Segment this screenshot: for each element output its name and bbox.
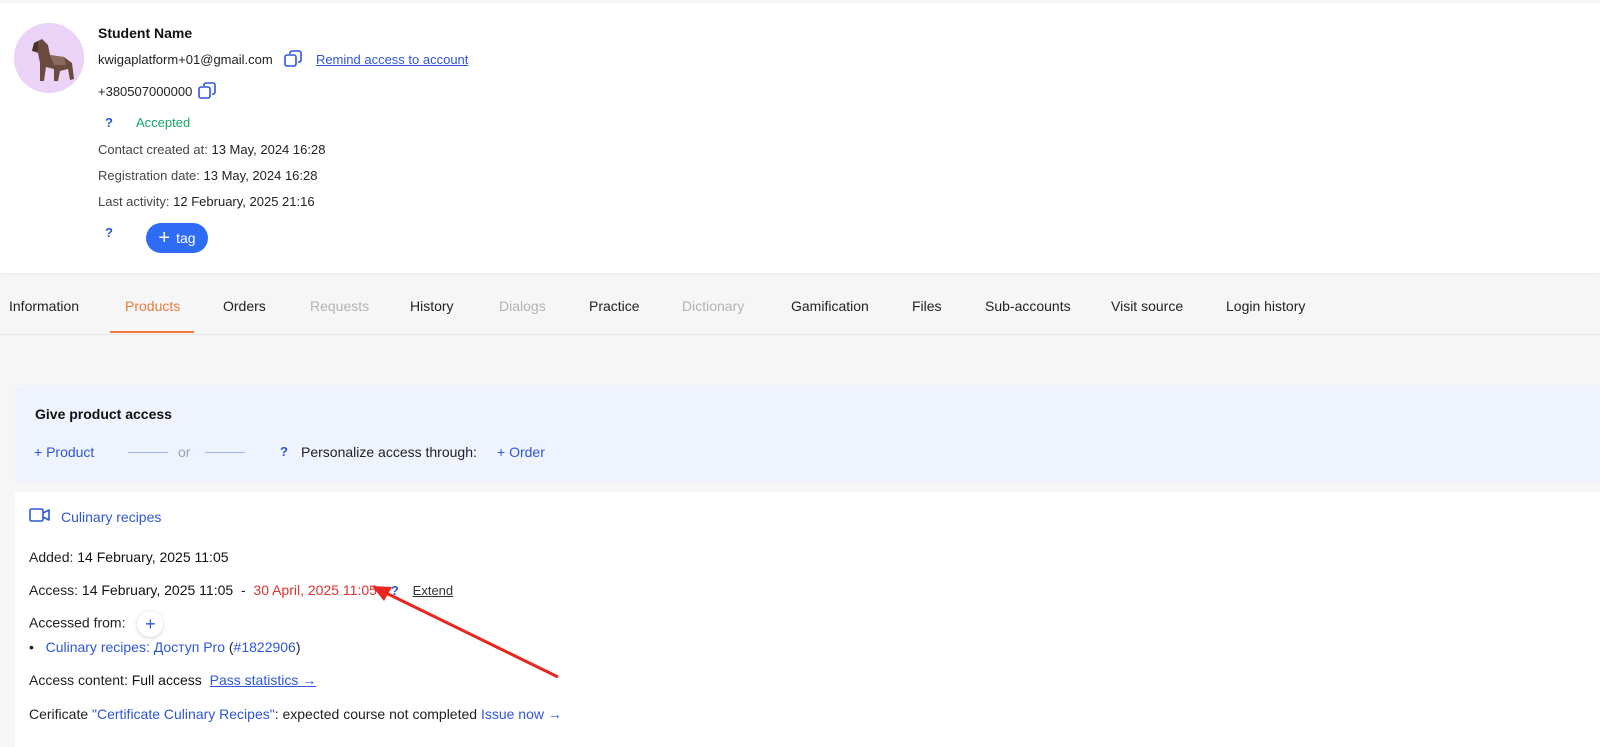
access-content-value: Full access: [131, 672, 202, 688]
last-activity-row: Last activity: 12 February, 2025 21:16: [98, 194, 315, 209]
annotation-arrow: [372, 586, 559, 679]
source-list-item: • Culinary recipes: Доступ Pro (#1822906…: [29, 639, 301, 655]
contact-created-row: Contact created at: 13 May, 2024 16:28: [98, 142, 325, 157]
certificate-prefix: Cerificate: [29, 706, 89, 722]
avatar: [14, 23, 84, 93]
add-tag-button[interactable]: + tag: [146, 223, 208, 253]
product-title-row: Culinary recipes: [29, 507, 161, 526]
access-content-row: Access content: Full access Pass statist…: [29, 672, 316, 688]
pass-statistics-label: Pass statistics →: [209, 672, 317, 688]
email-text: kwigaplatform+01@gmail.com: [98, 51, 273, 67]
remind-access-link[interactable]: Remind access to account: [316, 52, 468, 67]
student-name: Student Name: [98, 25, 193, 41]
product-title-link[interactable]: Culinary recipes: [61, 509, 161, 525]
contact-created-label: Contact created at:: [98, 142, 208, 157]
status-badge: Accepted: [136, 115, 191, 130]
active-tab-indicator: [110, 331, 194, 333]
registration-row: Registration date: 13 May, 2024 16:28: [98, 168, 317, 183]
certificate-row: Cerificate "Certificate Culinary Recipes…: [29, 706, 562, 722]
source-id-link[interactable]: #1822906: [234, 639, 296, 655]
help-icon[interactable]: ?: [280, 444, 288, 459]
access-from: 14 February, 2025 11:05: [81, 582, 234, 598]
divider-left: [128, 452, 168, 453]
registration-value: 13 May, 2024 16:28: [203, 168, 318, 183]
last-activity-label: Last activity:: [98, 194, 170, 209]
accessed-from-row: Accessed from: +: [29, 611, 164, 637]
profile-header: Student Name kwigaplatform+01@gmail.com …: [0, 3, 1600, 273]
copy-icon[interactable]: [284, 50, 303, 71]
personalize-label: Personalize access through:: [301, 444, 477, 460]
video-icon: [29, 507, 51, 526]
tag-button-label: tag: [176, 230, 196, 246]
tab-visit-source[interactable]: Visit source: [1111, 284, 1183, 334]
certificate-name-link[interactable]: "Certificate Culinary Recipes": [92, 706, 275, 722]
last-activity-value: 12 February, 2025 21:16: [173, 194, 315, 209]
add-product-link[interactable]: + Product: [34, 444, 94, 460]
tab-practice[interactable]: Practice: [589, 284, 640, 334]
tab-products[interactable]: Products: [125, 284, 180, 334]
plus-icon: +: [158, 227, 171, 249]
add-order-link[interactable]: + Order: [497, 444, 545, 460]
registration-label: Registration date:: [98, 168, 200, 183]
tab-orders[interactable]: Orders: [223, 284, 266, 334]
tab-login-history[interactable]: Login history: [1226, 284, 1305, 334]
or-separator: or: [178, 444, 191, 460]
access-content-label: Access content:: [29, 672, 128, 688]
certificate-status: : expected course not completed: [274, 706, 478, 722]
tab-requests[interactable]: Requests: [310, 284, 369, 334]
bullet: •: [29, 639, 42, 655]
added-row: Added: 14 February, 2025 11:05: [29, 549, 229, 565]
product-card: Culinary recipes Added: 14 February, 202…: [15, 492, 1600, 747]
added-label: Added:: [29, 549, 74, 565]
tab-sub-accounts[interactable]: Sub-accounts: [985, 284, 1071, 334]
phone-text: +380507000000: [98, 83, 193, 99]
phone-row: +380507000000: [98, 82, 216, 103]
add-source-button[interactable]: +: [137, 611, 164, 637]
pass-statistics-link[interactable]: Pass statistics →: [210, 672, 317, 688]
tab-history[interactable]: History: [410, 284, 454, 334]
tab-gamification[interactable]: Gamification: [791, 284, 869, 334]
dog-avatar-image: [14, 23, 84, 93]
tab-dictionary[interactable]: Dictionary: [682, 284, 744, 334]
issue-now-link[interactable]: Issue now →: [481, 706, 562, 722]
added-value: 14 February, 2025 11:05: [77, 549, 229, 565]
contact-created-value: 13 May, 2024 16:28: [211, 142, 326, 157]
divider-right: [205, 452, 245, 453]
accessed-from-label: Accessed from:: [29, 614, 126, 631]
source-order-link[interactable]: Culinary recipes: Доступ Pro: [46, 639, 225, 655]
tab-dialogs[interactable]: Dialogs: [499, 284, 546, 334]
give-access-panel: Give product access + Product or ? Perso…: [15, 385, 1600, 482]
tab-information[interactable]: Information: [9, 284, 79, 334]
access-expiry: 30 April, 2025 11:05: [253, 582, 377, 598]
help-icon[interactable]: ?: [105, 225, 113, 240]
give-access-title: Give product access: [35, 406, 172, 422]
tab-bar: Information Products Orders Requests His…: [0, 284, 1600, 335]
access-dash: -: [240, 582, 246, 598]
email-row: kwigaplatform+01@gmail.com Remind access…: [98, 50, 468, 71]
copy-icon[interactable]: [198, 82, 216, 103]
access-label: Access:: [29, 582, 79, 598]
help-icon[interactable]: ?: [105, 115, 113, 130]
tab-files[interactable]: Files: [912, 284, 942, 334]
